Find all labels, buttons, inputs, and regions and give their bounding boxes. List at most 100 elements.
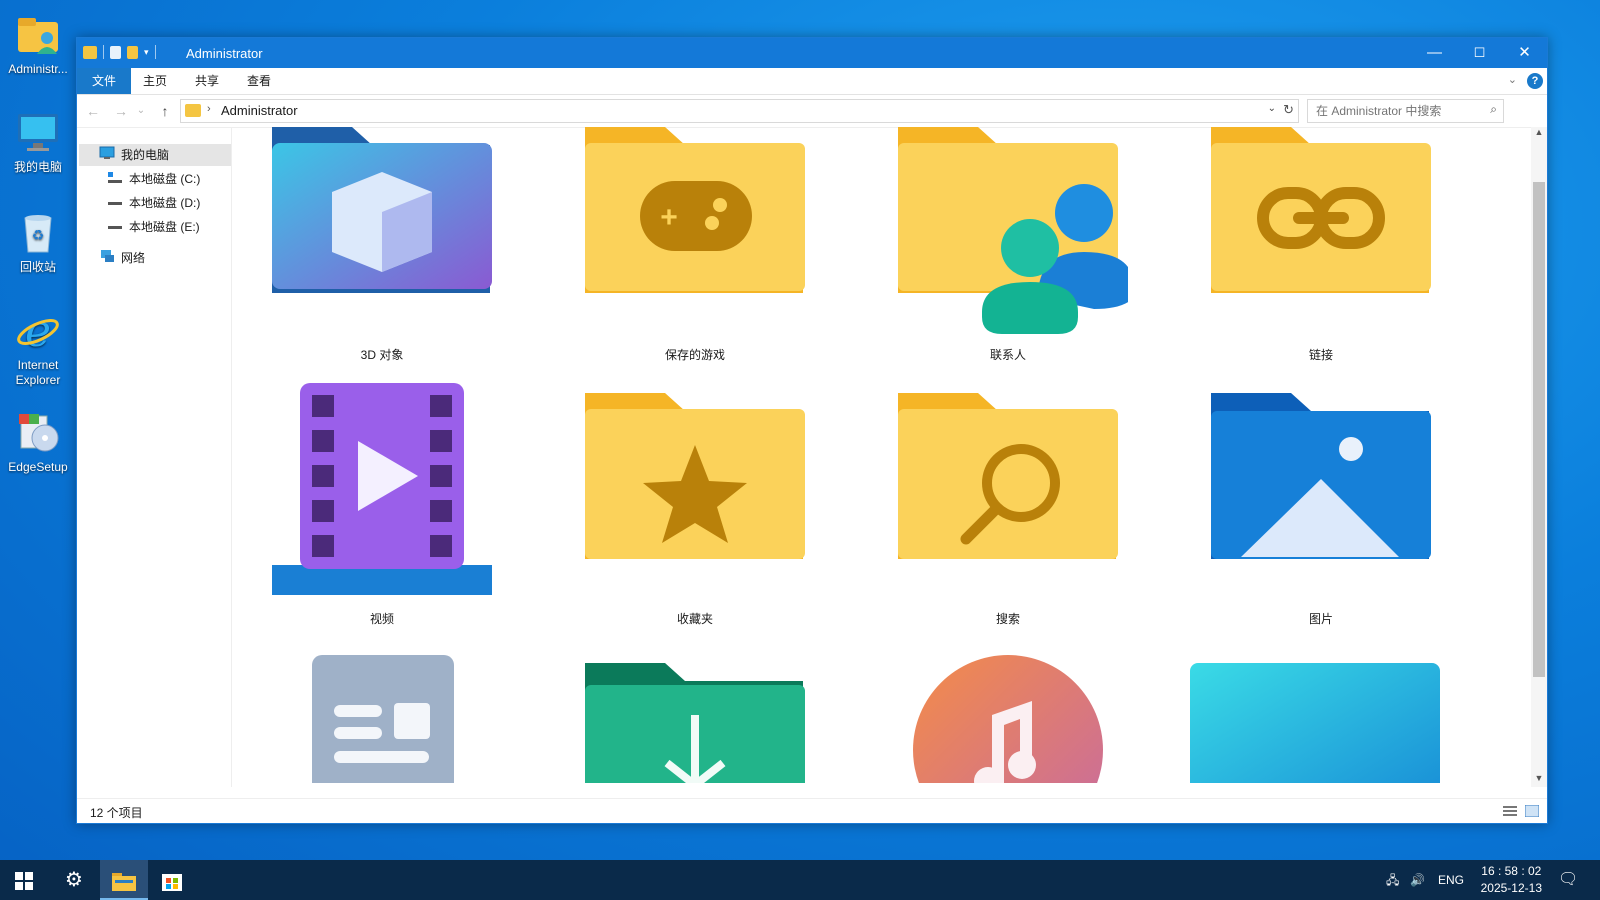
nav-item-drive-d[interactable]: 本地磁盘 (D:): [107, 192, 200, 214]
language-indicator[interactable]: ENG: [1438, 860, 1464, 900]
store-taskbar-button[interactable]: [148, 860, 196, 900]
nav-item-my-computer[interactable]: 我的电脑: [79, 144, 231, 166]
file-view: 3D 对象 + 保存的游戏 联系人 链接 视频 收藏夹 搜索 图片: [232, 127, 1502, 783]
desktop-icon-label: 回收站: [19, 260, 56, 274]
new-folder-icon[interactable]: [127, 45, 138, 59]
clock-time: 16 : 58 : 02: [1481, 864, 1542, 878]
drive-icon: [107, 217, 123, 239]
volume-icon[interactable]: 🔊: [1410, 860, 1425, 900]
videos-folder-icon: [272, 383, 492, 595]
file-explorer-taskbar-button[interactable]: [100, 860, 148, 900]
search-box[interactable]: ⌕: [1307, 99, 1504, 123]
expand-ribbon-icon[interactable]: ⌄: [1508, 73, 1517, 86]
desktop-icon-my-computer[interactable]: 我的电脑: [2, 110, 74, 175]
clock[interactable]: 16 : 58 : 02 2025-12-13: [1481, 863, 1542, 897]
search-icon[interactable]: ⌕: [1490, 102, 1497, 117]
network-icon: [99, 248, 115, 270]
scroll-up-icon[interactable]: ▲: [1531, 127, 1547, 137]
maximize-button[interactable]: ☐: [1457, 38, 1502, 68]
minimize-button[interactable]: —: [1412, 38, 1457, 68]
folder-pictures[interactable]: 图片: [1201, 383, 1441, 628]
title-bar[interactable]: ▾ Administrator — ☐ ✕: [77, 38, 1547, 68]
user-folder-icon: [15, 12, 61, 58]
favorites-folder-icon: [585, 393, 805, 559]
contacts-folder-icon: [898, 127, 1134, 334]
svg-text:+: +: [660, 201, 678, 234]
folder-3d-objects[interactable]: 3D 对象: [262, 127, 502, 362]
network-tray-icon[interactable]: 🖧: [1386, 860, 1399, 900]
3d-objects-folder-icon: [272, 127, 492, 293]
help-icon[interactable]: ?: [1527, 73, 1543, 89]
nav-item-drive-c[interactable]: 本地磁盘 (C:): [107, 168, 200, 190]
svg-text:♻: ♻: [32, 227, 45, 243]
folder-documents[interactable]: [262, 655, 502, 783]
notification-icon[interactable]: 🗨: [1558, 860, 1578, 900]
forward-button[interactable]: →: [111, 101, 131, 121]
folder-desktop[interactable]: [1185, 655, 1445, 783]
large-icons-view-icon[interactable]: [1525, 805, 1539, 817]
quick-access-toolbar: ▾: [83, 45, 156, 59]
folder-links[interactable]: 链接: [1201, 127, 1441, 362]
taskbar: ⚙ 🖧 🔊 ENG 16 : 58 : 02 2025-12-13 🗨: [0, 860, 1600, 900]
tab-home[interactable]: 主页: [135, 68, 175, 94]
tab-file[interactable]: 文件: [77, 68, 131, 94]
windows-logo-icon: [15, 871, 33, 890]
store-icon: [162, 873, 182, 891]
folder-searches[interactable]: 搜索: [888, 383, 1128, 628]
documents-folder-icon: [312, 655, 454, 783]
pictures-folder-icon: [1211, 393, 1431, 559]
recent-locations-icon[interactable]: ⌄: [135, 101, 147, 121]
address-row: ← → ⌄ ↑ › Administrator ⌄ ↻ ⌕: [77, 95, 1547, 128]
folder-favorites[interactable]: 收藏夹: [575, 383, 815, 628]
desktop-icon-label: 我的电脑: [13, 160, 62, 174]
properties-icon[interactable]: [110, 45, 121, 59]
music-folder-icon: [913, 655, 1103, 783]
svg-text:e: e: [25, 308, 51, 354]
item-count: 12 个项目: [90, 806, 143, 820]
scroll-thumb[interactable]: [1533, 182, 1545, 677]
ie-icon: e: [15, 306, 61, 357]
computer-icon: [15, 110, 61, 156]
searches-folder-icon: [898, 393, 1118, 559]
up-button[interactable]: ↑: [155, 101, 175, 121]
scroll-down-icon[interactable]: ▼: [1531, 773, 1547, 783]
back-button[interactable]: ←: [83, 101, 103, 121]
folder-videos[interactable]: 视频: [262, 383, 502, 628]
folder-saved-games[interactable]: + 保存的游戏: [575, 127, 815, 362]
close-button[interactable]: ✕: [1502, 38, 1547, 68]
folder-downloads[interactable]: [575, 655, 815, 783]
vertical-scrollbar[interactable]: ▲ ▼: [1531, 127, 1547, 787]
desktop-icon-administrator[interactable]: Administr...: [2, 12, 74, 77]
desktop-icon-edgesetup[interactable]: EdgeSetup: [2, 410, 74, 475]
address-bar[interactable]: › Administrator ⌄ ↻: [180, 99, 1299, 123]
clock-date: 2025-12-13: [1480, 881, 1542, 895]
start-button[interactable]: [0, 860, 48, 900]
tab-view[interactable]: 查看: [239, 68, 279, 94]
explorer-window: ▾ Administrator — ☐ ✕ 文件 主页 共享 查看 ⌄ ? ← …: [76, 37, 1548, 824]
ribbon-tabs: 文件 主页 共享 查看 ⌄ ?: [77, 68, 1547, 95]
links-folder-icon: [1211, 127, 1431, 293]
nav-item-drive-e[interactable]: 本地磁盘 (E:): [107, 216, 200, 238]
folder-contacts[interactable]: 联系人: [888, 127, 1134, 362]
tab-share[interactable]: 共享: [187, 68, 227, 94]
folder-music[interactable]: [888, 655, 1128, 783]
address-dropdown-icon[interactable]: ⌄: [1268, 103, 1276, 114]
desktop-icon-label: EdgeSetup: [8, 460, 68, 474]
details-view-icon[interactable]: [1503, 805, 1517, 817]
desktop-icon-internet-explorer[interactable]: e Internet Explorer: [2, 306, 74, 388]
downloads-folder-icon: [585, 663, 805, 783]
desktop-icon-recycle-bin[interactable]: ♻ 回收站: [2, 210, 74, 275]
file-explorer-icon: [112, 872, 136, 891]
breadcrumb[interactable]: Administrator: [221, 103, 298, 118]
settings-gear-icon[interactable]: ⚙: [50, 860, 98, 900]
chevron-right-icon[interactable]: ›: [207, 103, 211, 115]
refresh-icon[interactable]: ↻: [1283, 102, 1294, 118]
nav-item-network[interactable]: 网络: [99, 247, 145, 269]
customize-dropdown-icon[interactable]: ▾: [144, 47, 149, 58]
navigation-pane: 我的电脑 本地磁盘 (C:) 本地磁盘 (D:) 本地磁盘 (E:) 网络: [77, 127, 232, 787]
installer-icon: [15, 410, 61, 456]
search-input[interactable]: [1308, 100, 1488, 122]
recycle-bin-icon: ♻: [15, 210, 61, 256]
desktop-folder-icon: [1190, 663, 1440, 783]
desktop-icon-label: Administr...: [8, 62, 68, 76]
